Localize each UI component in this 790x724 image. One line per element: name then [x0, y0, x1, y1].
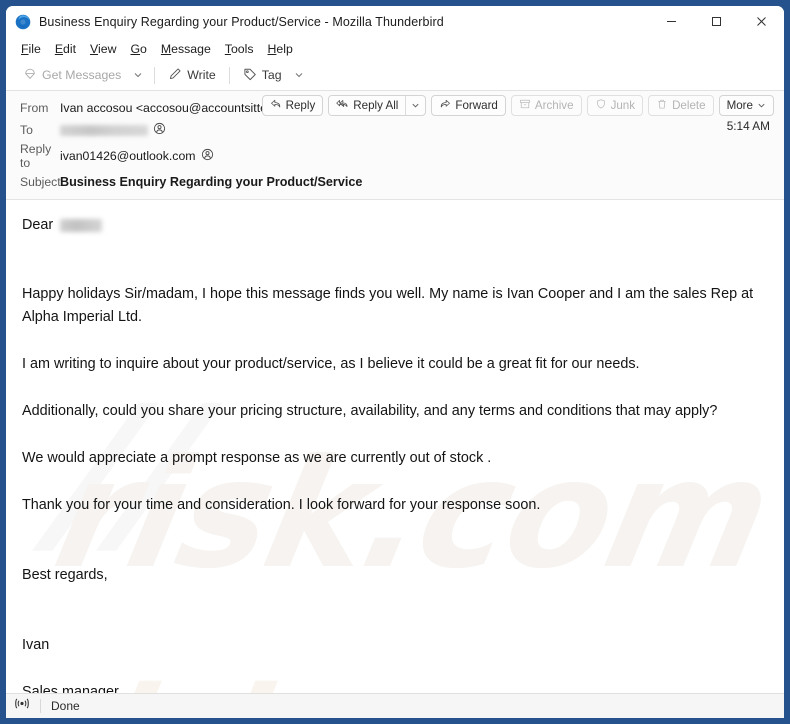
main-toolbar: Get Messages Write Tag	[6, 60, 784, 91]
reply-icon	[270, 98, 282, 113]
message-body-text: Dear Happy holidays Sir/madam, I hope th…	[22, 214, 768, 693]
subject-label: Subject	[20, 175, 61, 189]
get-messages-dropdown[interactable]	[128, 67, 148, 83]
close-button[interactable]	[739, 6, 784, 37]
chevron-down-icon	[758, 103, 765, 108]
reply-button[interactable]: Reply	[261, 95, 324, 116]
minimize-button[interactable]	[649, 6, 694, 37]
menu-edit[interactable]: Edit	[48, 40, 83, 58]
menu-file[interactable]: File	[14, 40, 48, 58]
signature-line-2: Sales manager,	[22, 684, 122, 693]
add-contact-icon[interactable]	[201, 148, 214, 164]
download-mail-icon	[23, 67, 37, 84]
tag-dropdown[interactable]	[289, 67, 309, 83]
status-text: Done	[51, 699, 80, 713]
junk-button[interactable]: Junk	[586, 95, 644, 116]
recipient-name-redacted	[60, 219, 103, 232]
more-label: More	[726, 99, 753, 112]
from-label: From	[20, 101, 49, 115]
toolbar-separator-2	[228, 66, 230, 84]
greeting-label: Dear	[22, 217, 54, 233]
screenshot-root: Business Enquiry Regarding your Product/…	[0, 0, 790, 724]
pencil-icon	[168, 67, 182, 84]
body-paragraph-2: I am writing to inquire about your produ…	[22, 356, 640, 372]
subject-value: Business Enquiry Regarding your Product/…	[60, 175, 363, 189]
thunderbird-icon	[15, 14, 31, 30]
body-paragraph-5: Thank you for your time and consideratio…	[22, 497, 541, 513]
chevron-down-icon	[412, 103, 419, 108]
message-body: // risk.com risk.com Dear Happy holidays…	[6, 200, 784, 693]
greeting-line: Dear	[22, 214, 768, 237]
write-label: Write	[187, 68, 216, 82]
archive-button[interactable]: Archive	[510, 95, 582, 116]
menu-view[interactable]: View	[83, 40, 123, 58]
closing-line: Best regards,	[22, 567, 108, 583]
status-bar: Done	[6, 693, 784, 718]
junk-icon	[595, 98, 607, 113]
tag-icon	[243, 67, 257, 84]
reply-all-dropdown[interactable]	[406, 96, 425, 115]
menu-help[interactable]: Help	[261, 40, 300, 58]
archive-icon	[519, 98, 531, 113]
get-messages-button[interactable]: Get Messages	[16, 64, 128, 87]
chevron-down-icon	[134, 73, 142, 78]
message-action-buttons: Reply Reply All Forward Archive Junk Del…	[261, 95, 774, 116]
junk-label: Junk	[610, 99, 636, 112]
menu-message[interactable]: Message	[154, 40, 218, 58]
body-paragraph-1: Happy holidays Sir/madam, I hope this me…	[22, 286, 754, 325]
reply-label: Reply	[285, 99, 316, 112]
body-paragraph-3: Additionally, could you share your prici…	[22, 403, 718, 419]
tag-label: Tag	[261, 68, 282, 82]
window-controls	[649, 6, 784, 37]
to-value-group	[60, 122, 166, 138]
reply-to-value-group: ivan01426@outlook.com	[60, 148, 214, 164]
message-header: Reply Reply All Forward Archive Junk Del…	[6, 91, 784, 200]
toolbar-separator-1	[154, 66, 156, 84]
signature-line-1: Ivan	[22, 637, 50, 653]
more-button[interactable]: More	[718, 95, 774, 116]
to-value-redacted[interactable]	[60, 124, 148, 136]
reply-all-icon	[336, 98, 349, 113]
body-paragraph-4: We would appreciate a prompt response as…	[22, 450, 492, 466]
forward-button[interactable]: Forward	[431, 95, 506, 116]
menu-bar: File Edit View Go Message Tools Help	[6, 37, 784, 60]
menu-tools[interactable]: Tools	[218, 40, 261, 58]
reply-to-value[interactable]: ivan01426@outlook.com	[60, 149, 196, 163]
reply-all-label: Reply All	[353, 99, 399, 112]
trash-icon	[656, 98, 668, 113]
header-row-to: To	[6, 119, 784, 141]
reply-all-group: Reply All	[328, 95, 427, 116]
status-separator	[40, 699, 41, 713]
message-time: 5:14 AM	[726, 119, 770, 133]
reply-all-button[interactable]: Reply All	[329, 96, 406, 115]
broadcast-icon	[14, 697, 30, 715]
thunderbird-window: Business Enquiry Regarding your Product/…	[6, 6, 784, 718]
forward-label: Forward	[455, 99, 498, 112]
to-label: To	[20, 123, 33, 137]
menu-go[interactable]: Go	[123, 40, 153, 58]
reply-to-label: Reply to	[20, 142, 52, 170]
archive-label: Archive	[534, 99, 574, 112]
get-messages-label: Get Messages	[42, 68, 122, 82]
header-row-subject: Subject Business Enquiry Regarding your …	[6, 171, 784, 193]
chevron-down-icon	[295, 73, 302, 78]
maximize-button[interactable]	[694, 6, 739, 37]
forward-icon	[439, 98, 451, 113]
tag-button[interactable]: Tag	[236, 64, 289, 87]
delete-label: Delete	[672, 99, 706, 112]
header-row-reply-to: Reply to ivan01426@outlook.com	[6, 141, 784, 171]
write-button[interactable]: Write	[161, 64, 222, 87]
title-bar: Business Enquiry Regarding your Product/…	[6, 6, 784, 37]
delete-button[interactable]: Delete	[648, 95, 714, 116]
add-contact-icon[interactable]	[153, 122, 166, 138]
window-title: Business Enquiry Regarding your Product/…	[39, 14, 444, 29]
